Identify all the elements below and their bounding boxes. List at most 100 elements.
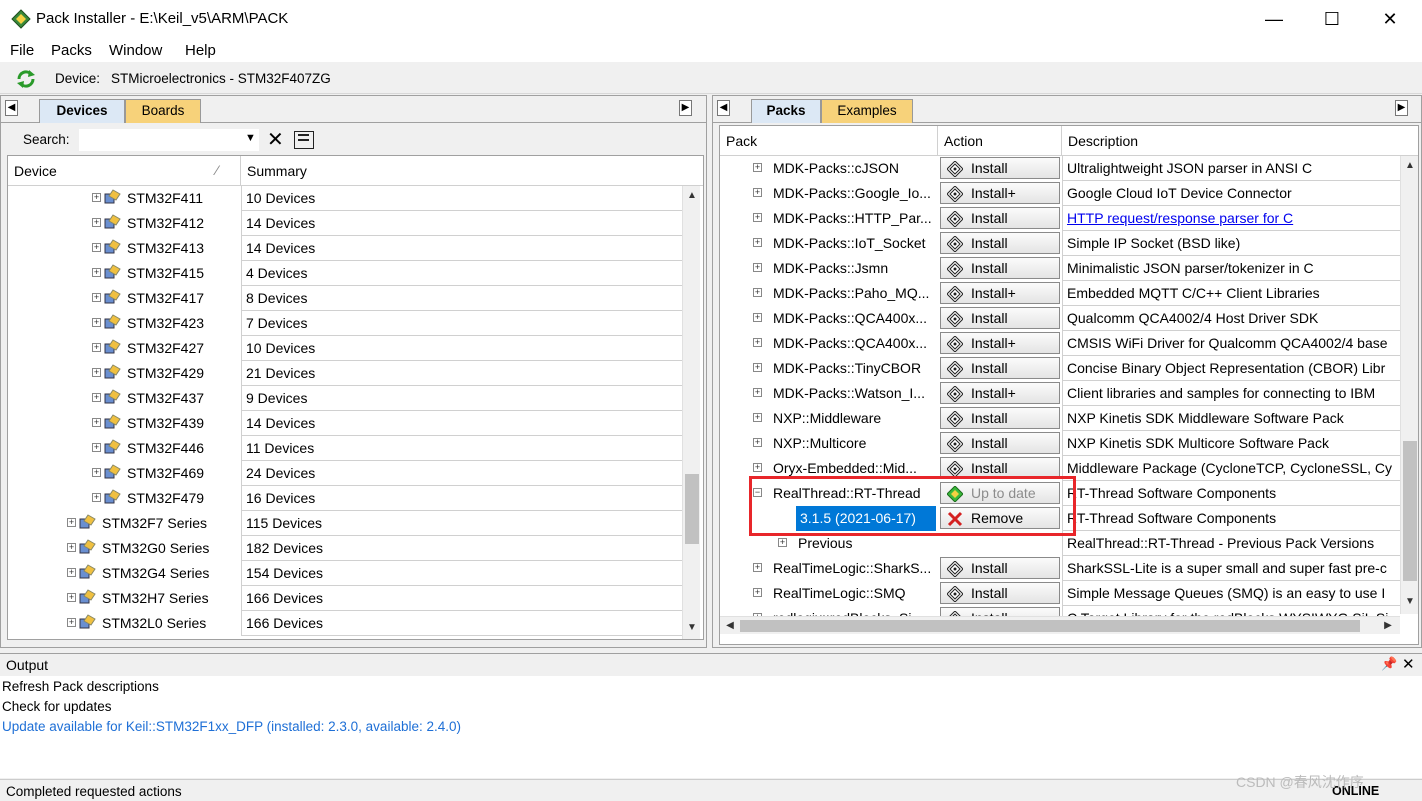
column-pack[interactable]: Pack [720, 126, 938, 156]
scroll-right-icon[interactable]: ▶ [1380, 618, 1396, 634]
table-row[interactable]: + STM32F415 4 Devices [8, 261, 703, 286]
menu-file[interactable]: File [10, 42, 34, 59]
expand-icon[interactable]: + [753, 563, 762, 572]
description-link[interactable]: HTTP request/response parser for C [1067, 210, 1293, 226]
table-row[interactable]: + STM32G4 Series 154 Devices [8, 561, 703, 586]
expand-icon[interactable]: + [753, 438, 762, 447]
table-row[interactable]: + RealTimeLogic::SMQ Install Simple Message… [720, 581, 1418, 606]
expand-icon[interactable]: + [92, 318, 101, 327]
table-row[interactable]: + NXP::Middleware Install NXP Kinetis SDK M… [720, 406, 1418, 431]
table-row[interactable]: + NXP::Multicore Install NXP Kinetis SDK Mu… [720, 431, 1418, 456]
table-row[interactable]: + STM32F417 8 Devices [8, 286, 703, 311]
table-row[interactable]: + STM32F439 14 Devices [8, 411, 703, 436]
tab-boards[interactable]: Boards [125, 99, 201, 123]
tab-scroll-right-icon[interactable]: ▶ [1395, 100, 1408, 116]
scroll-left-icon[interactable]: ◀ [722, 618, 738, 634]
table-row[interactable]: + RealTimeLogic::SharkS... Install SharkSSL… [720, 556, 1418, 581]
expand-icon[interactable]: + [753, 163, 762, 172]
table-row[interactable]: + MDK-Packs::Paho_MQ... Install+ Embedded M… [720, 281, 1418, 306]
scroll-down-icon[interactable]: ▼ [684, 620, 700, 636]
table-row[interactable]: + STM32F411 10 Devices [8, 186, 703, 211]
scroll-thumb[interactable] [1403, 441, 1417, 581]
install-button[interactable]: Install [940, 357, 1060, 379]
table-row[interactable]: + STM32F437 9 Devices [8, 386, 703, 411]
minimize-button[interactable]: — [1252, 4, 1296, 34]
table-row[interactable]: + STM32F446 11 Devices [8, 436, 703, 461]
table-row[interactable]: + MDK-Packs::QCA400x... Install+ CMSIS WiFi… [720, 331, 1418, 356]
column-device[interactable]: Device [8, 156, 241, 186]
scroll-thumb[interactable] [685, 474, 699, 544]
column-description[interactable]: Description [1062, 126, 1418, 156]
hscroll-thumb[interactable] [740, 620, 1360, 632]
scroll-up-icon[interactable]: ▲ [684, 188, 700, 204]
tab-devices[interactable]: Devices [39, 99, 125, 123]
install-button[interactable]: Install [940, 232, 1060, 254]
table-row[interactable]: + MDK-Packs::IoT_Socket Install Simple IP S… [720, 231, 1418, 256]
expand-icon[interactable]: + [92, 368, 101, 377]
expand-icon[interactable]: + [92, 393, 101, 402]
install-button[interactable]: Install [940, 557, 1060, 579]
clear-search-icon[interactable]: ✕ [267, 127, 284, 152]
menu-help[interactable]: Help [185, 42, 216, 59]
expand-icon[interactable]: + [753, 288, 762, 297]
install-button[interactable]: Install+ [940, 332, 1060, 354]
install-button[interactable]: Install [940, 407, 1060, 429]
table-row[interactable]: + MDK-Packs::Jsmn Install Minimalistic JSON… [720, 256, 1418, 281]
expand-icon[interactable]: + [92, 293, 101, 302]
expand-icon[interactable]: + [753, 413, 762, 422]
expand-icon[interactable]: + [67, 543, 76, 552]
table-row[interactable]: + MDK-Packs::TinyCBOR Install Concise Binar… [720, 356, 1418, 381]
table-row[interactable]: + STM32H7 Series 166 Devices [8, 586, 703, 611]
table-row[interactable]: + STM32F423 7 Devices [8, 311, 703, 336]
expand-icon[interactable]: + [778, 538, 787, 547]
install-button[interactable]: Install+ [940, 282, 1060, 304]
table-row[interactable]: + STM32F469 24 Devices [8, 461, 703, 486]
tab-scroll-left-icon[interactable]: ◀ [5, 100, 18, 116]
expand-icon[interactable]: + [92, 193, 101, 202]
expand-icon[interactable]: + [753, 388, 762, 397]
expand-icon[interactable]: + [67, 593, 76, 602]
table-row[interactable]: + STM32F427 10 Devices [8, 336, 703, 361]
install-button[interactable]: Install+ [940, 382, 1060, 404]
expand-icon[interactable]: + [67, 618, 76, 627]
install-button[interactable]: Install [940, 582, 1060, 604]
menu-packs[interactable]: Packs [51, 42, 92, 59]
expand-icon[interactable]: + [92, 468, 101, 477]
collapse-all-icon[interactable] [294, 131, 314, 149]
table-row[interactable]: + STM32F7 Series 115 Devices [8, 511, 703, 536]
column-action[interactable]: Action [938, 126, 1062, 156]
expand-icon[interactable]: + [92, 343, 101, 352]
scroll-down-icon[interactable]: ▼ [1402, 594, 1418, 610]
table-row[interactable]: + STM32L0 Series 166 Devices [8, 611, 703, 636]
table-row[interactable]: + STM32F429 21 Devices [8, 361, 703, 386]
table-row[interactable]: + STM32F412 14 Devices [8, 211, 703, 236]
pin-icon[interactable]: 📌 [1381, 656, 1397, 672]
table-row[interactable]: + MDK-Packs::Google_Io... Install+ Google C… [720, 181, 1418, 206]
table-row[interactable]: + STM32G0 Series 182 Devices [8, 536, 703, 561]
install-button[interactable]: Install [940, 307, 1060, 329]
expand-icon[interactable]: + [92, 418, 101, 427]
search-dropdown-icon[interactable]: ▼ [245, 132, 256, 144]
install-button[interactable]: Install [940, 432, 1060, 454]
expand-icon[interactable]: + [92, 218, 101, 227]
install-button[interactable]: Install [940, 257, 1060, 279]
tab-examples[interactable]: Examples [821, 99, 913, 123]
expand-icon[interactable]: + [92, 243, 101, 252]
expand-icon[interactable]: + [92, 268, 101, 277]
table-row[interactable]: + MDK-Packs::QCA400x... Install Qualcomm QC… [720, 306, 1418, 331]
install-button[interactable]: Install [940, 157, 1060, 179]
packs-scrollbar[interactable]: ▲ ▼ [1400, 156, 1418, 614]
devices-scrollbar[interactable]: ▲ ▼ [682, 186, 700, 639]
table-row[interactable]: + MDK-Packs::cJSON Install Ultralightweight… [720, 156, 1418, 181]
expand-icon[interactable]: + [67, 568, 76, 577]
install-button[interactable]: Install+ [940, 182, 1060, 204]
scroll-up-icon[interactable]: ▲ [1402, 158, 1418, 174]
table-row[interactable]: + STM32F413 14 Devices [8, 236, 703, 261]
expand-icon[interactable]: + [753, 213, 762, 222]
packs-hscrollbar[interactable]: ◀ ▶ [720, 616, 1400, 634]
close-output-icon[interactable]: ✕ [1402, 655, 1415, 673]
table-row[interactable]: + MDK-Packs::HTTP_Par... Install HTTP reque… [720, 206, 1418, 231]
expand-icon[interactable]: + [753, 263, 762, 272]
expand-icon[interactable]: + [67, 518, 76, 527]
search-input[interactable] [79, 129, 259, 151]
